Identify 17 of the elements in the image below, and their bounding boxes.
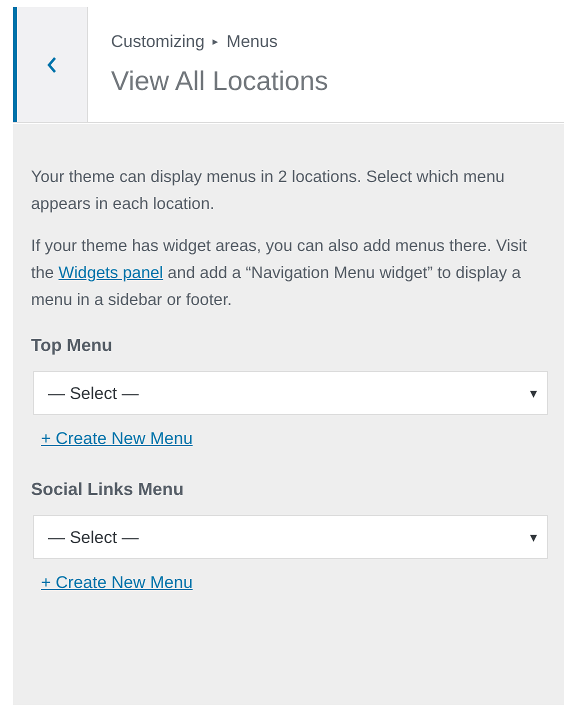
create-menu-link[interactable]: + Create New Menu [41,425,193,452]
dropdown-arrow-icon: ▾ [530,380,537,406]
separator-icon: ▸ [212,34,219,50]
back-button[interactable] [13,7,88,122]
dropdown-arrow-icon: ▾ [530,524,537,550]
breadcrumb-text: Customizing [111,31,205,53]
breadcrumb-text: Menus [226,31,278,53]
widgets-panel-link[interactable]: Widgets panel [58,264,164,282]
back-icon [46,56,58,74]
description-text: Your theme can display menus in 2 locations. Select which menu appears in each location. [31,167,506,215]
panel-title: View All Locations [111,64,328,98]
location-label: Social Links Menu [31,478,185,501]
menu-select[interactable]: — Select — ▾ [33,371,548,415]
widgets-note-text: If your theme has widget areas, you can also add menus there. Visit the Widgets panel and add a “Navigation Menu widget” to display a menu in a sidebar or footer. [31,236,528,311]
menu-select[interactable]: — Select — ▾ [33,515,548,559]
location-label: Top Menu [31,334,114,357]
create-menu-link[interactable]: + Create New Menu [41,569,193,596]
